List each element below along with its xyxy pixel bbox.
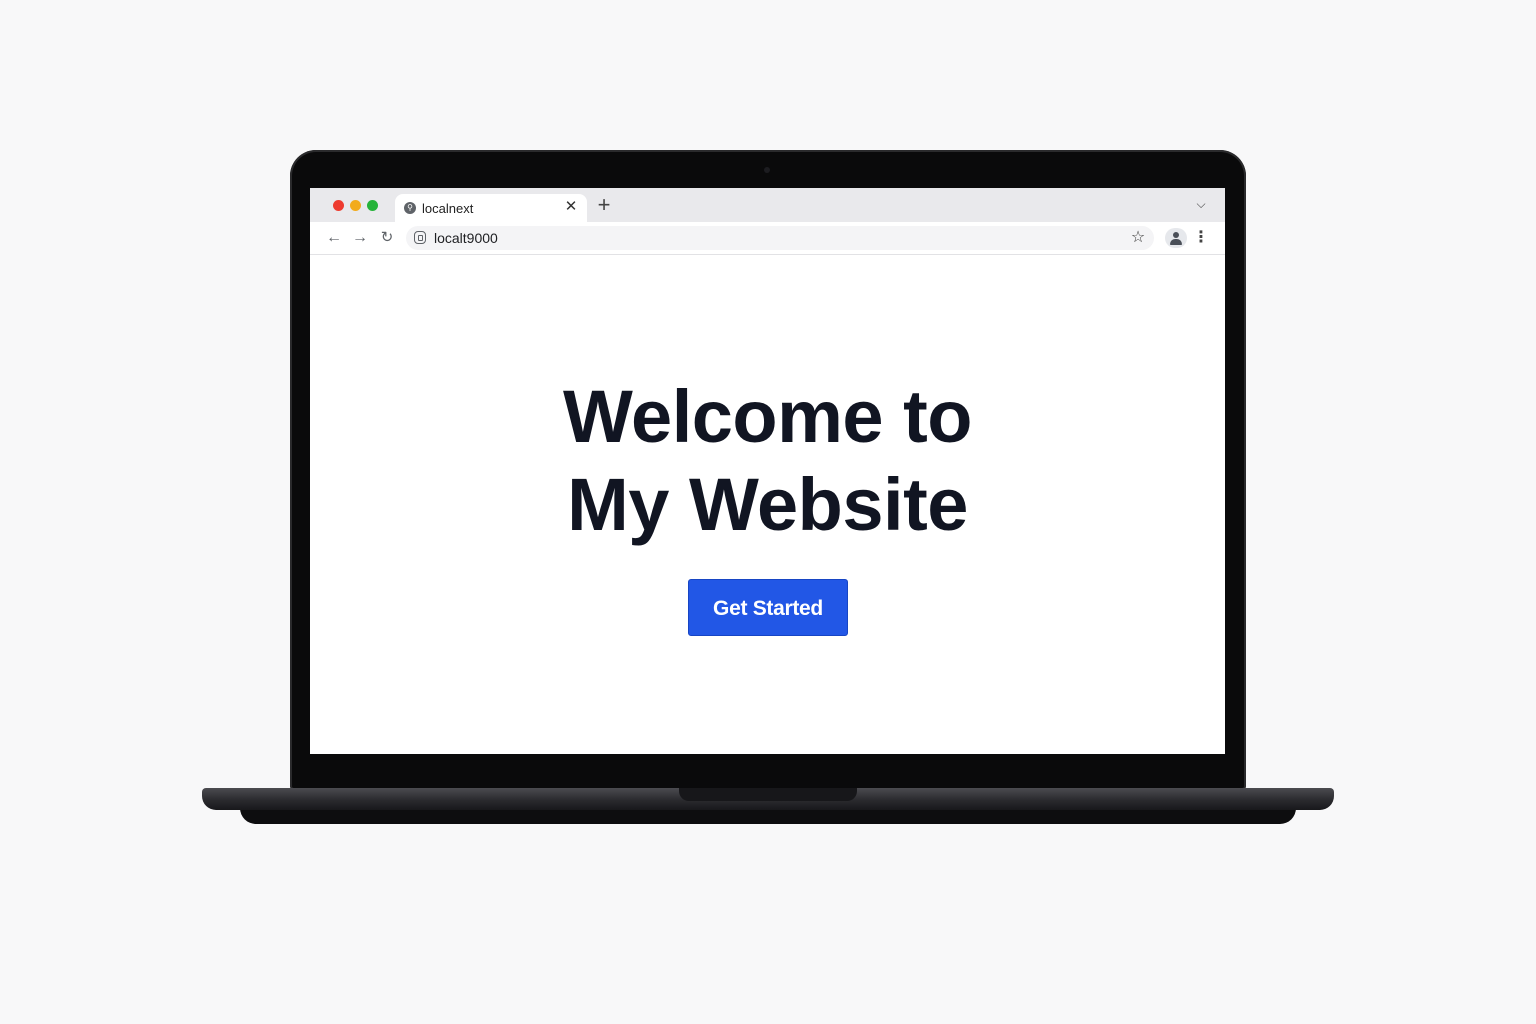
- globe-icon: ⚲: [404, 202, 416, 214]
- screen: ⚲ localnext ✕ + ⌵ ← → ↻ localt9000 ☆ ⋮ W…: [310, 188, 1225, 754]
- tab-bar: ⚲ localnext ✕ + ⌵: [310, 188, 1225, 222]
- laptop-base: [202, 788, 1334, 810]
- chevron-down-icon[interactable]: ⌵: [1193, 196, 1209, 212]
- kebab-menu-icon[interactable]: ⋮: [1193, 228, 1209, 248]
- profile-button[interactable]: [1165, 228, 1187, 248]
- hero-title-line-2: My Website: [567, 463, 968, 546]
- arrow-right-icon[interactable]: →: [350, 228, 370, 248]
- window-close-button[interactable]: [333, 200, 344, 211]
- laptop-lid: ⚲ localnext ✕ + ⌵ ← → ↻ localt9000 ☆ ⋮ W…: [290, 150, 1246, 790]
- browser-toolbar: ← → ↻ localt9000 ☆ ⋮: [310, 222, 1225, 255]
- arrow-left-icon[interactable]: ←: [324, 228, 344, 248]
- address-bar[interactable]: localt9000 ☆: [406, 226, 1154, 250]
- window-maximize-button[interactable]: [367, 200, 378, 211]
- url-text[interactable]: localt9000: [434, 230, 498, 246]
- browser-tab[interactable]: ⚲ localnext ✕: [395, 194, 587, 222]
- person-icon: [1173, 232, 1179, 238]
- laptop-notch: [679, 788, 857, 801]
- site-info-icon[interactable]: [414, 231, 426, 244]
- window-minimize-button[interactable]: [350, 200, 361, 211]
- hero-title: Welcome to My Website: [310, 373, 1225, 549]
- page-content: Welcome to My Website Get Started: [310, 255, 1225, 754]
- person-icon-body: [1170, 239, 1182, 245]
- hero-title-line-1: Welcome to: [563, 375, 972, 458]
- tab-title: localnext: [422, 201, 474, 216]
- close-icon[interactable]: ✕: [563, 199, 579, 215]
- reload-icon[interactable]: ↻: [377, 228, 397, 248]
- get-started-button[interactable]: Get Started: [688, 579, 848, 636]
- camera: [764, 167, 770, 173]
- laptop-base-shadow: [240, 808, 1296, 824]
- star-icon[interactable]: ☆: [1128, 228, 1148, 248]
- plus-icon[interactable]: +: [594, 194, 614, 216]
